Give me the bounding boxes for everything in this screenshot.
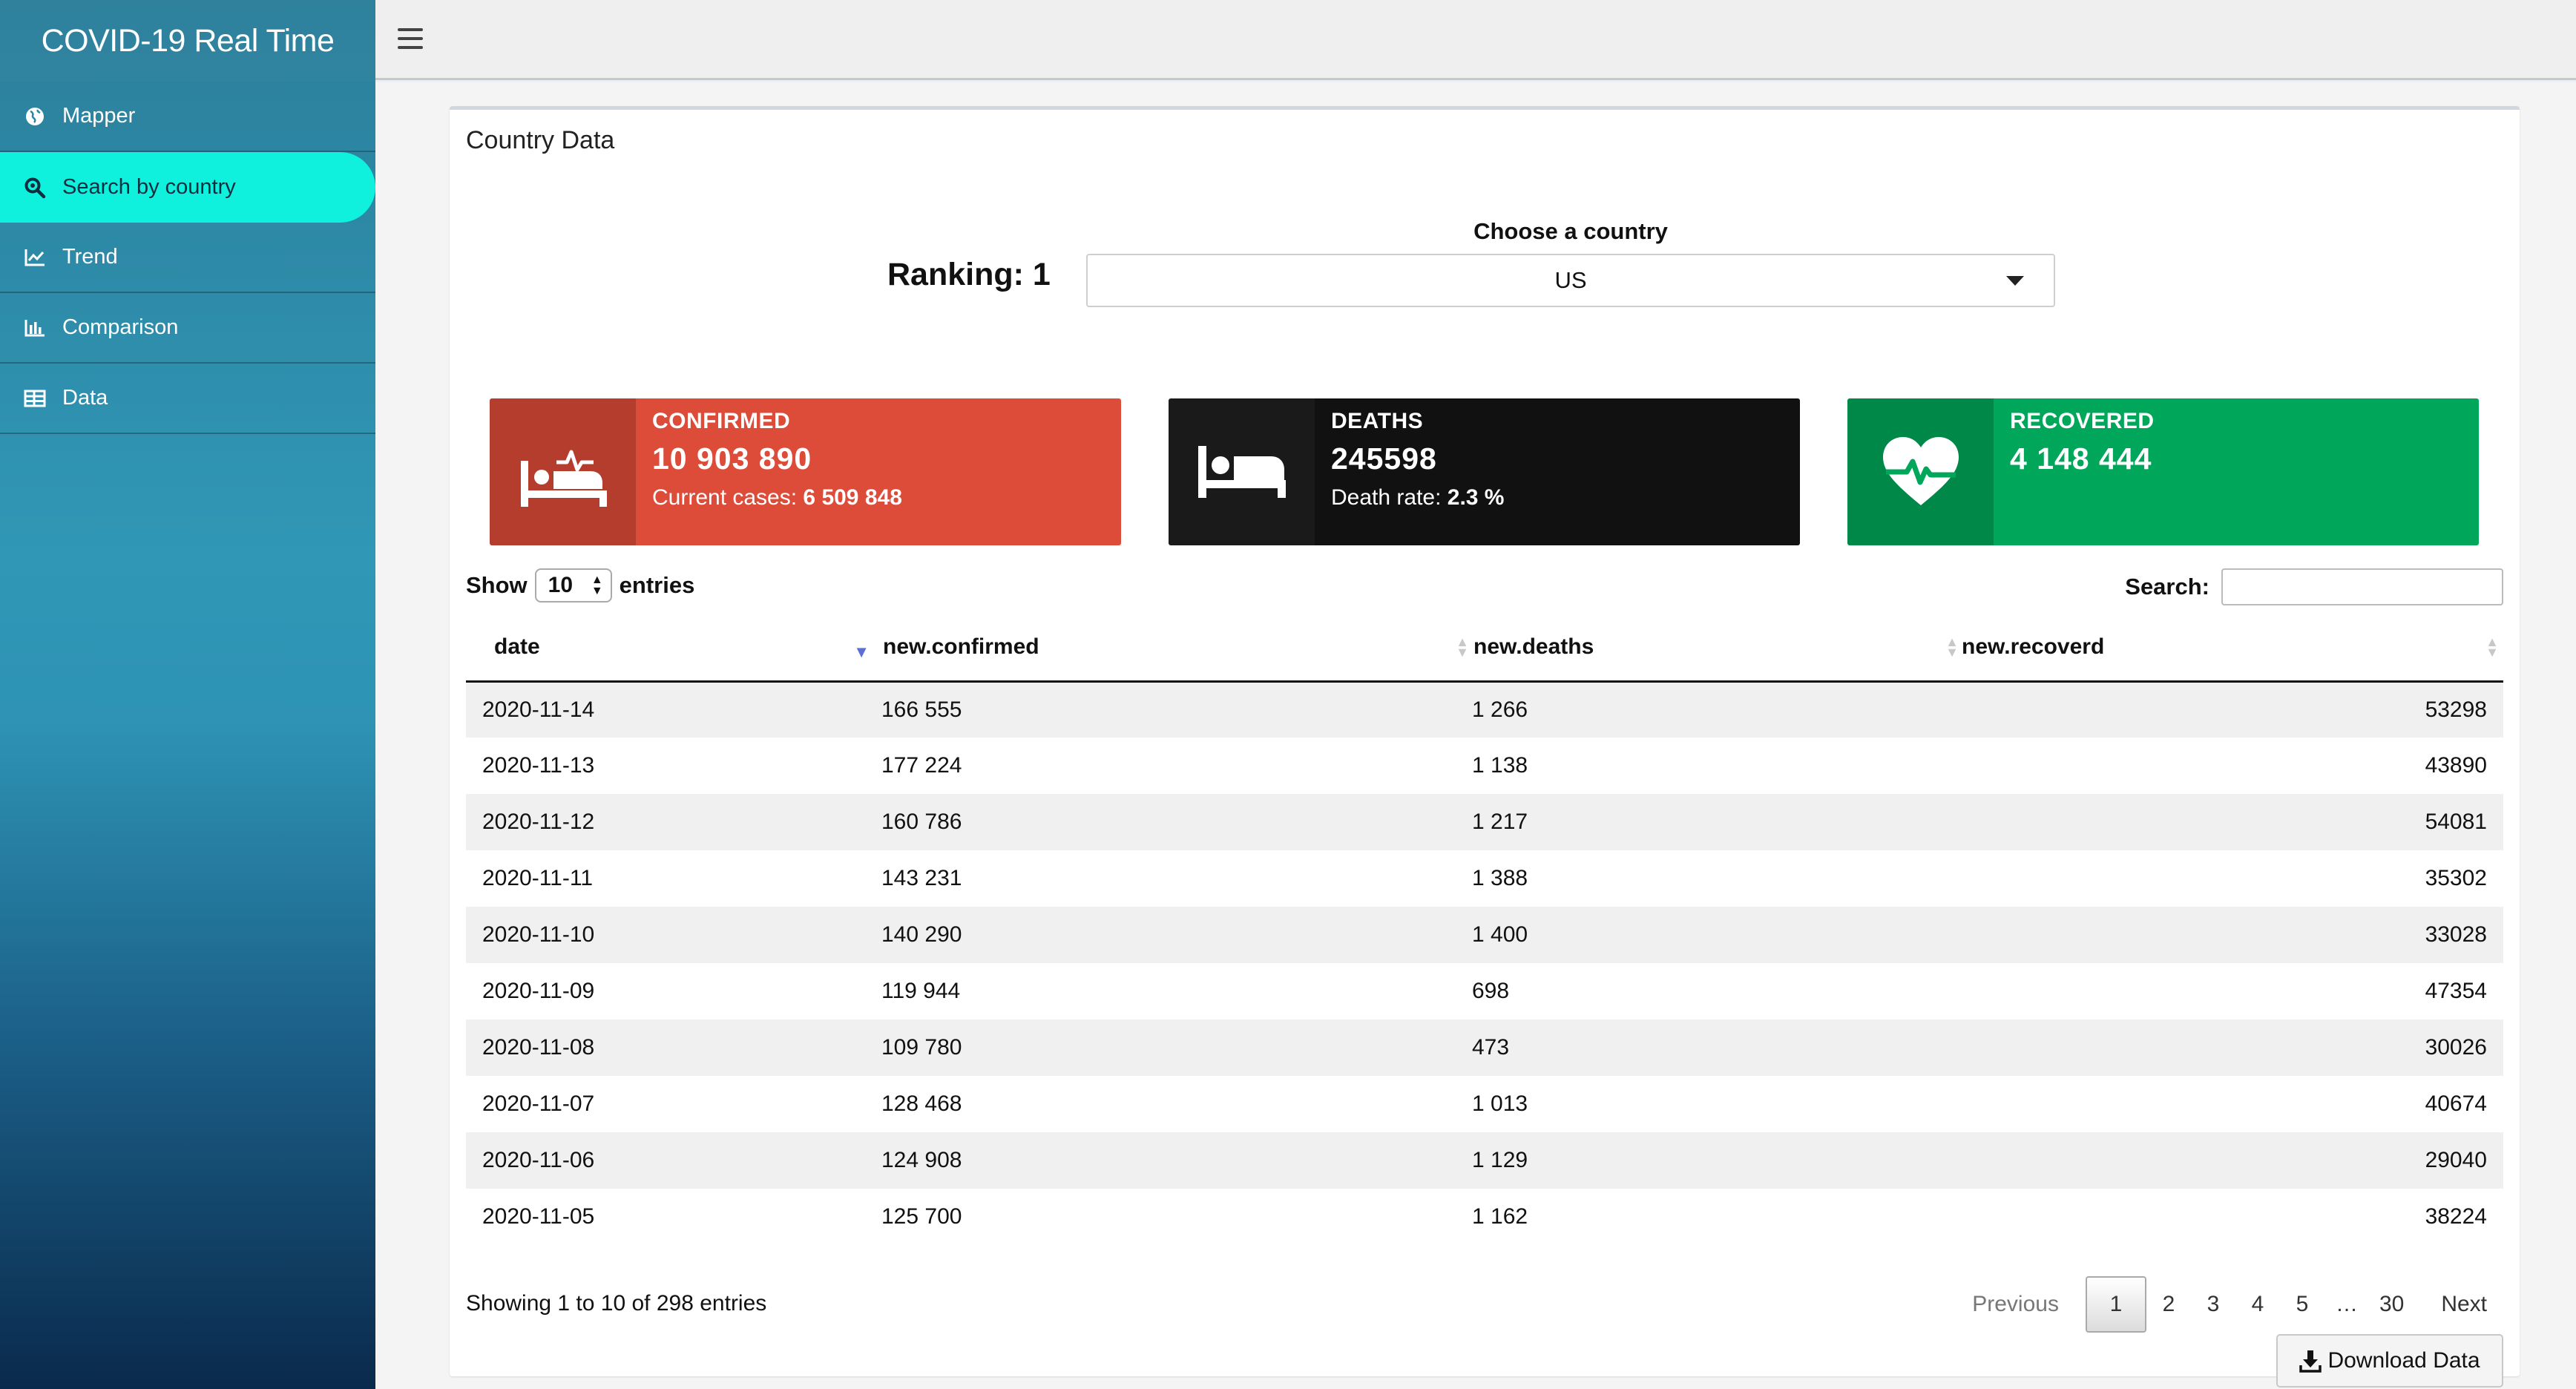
death-rate-value: 2.3 % — [1447, 485, 1505, 510]
current-cases-label: Current cases: — [652, 485, 804, 510]
page-button-5[interactable]: 5 — [2280, 1276, 2324, 1333]
column-header-date[interactable]: date ▼ — [466, 614, 881, 683]
country-select-label: Choose a country — [1473, 218, 1668, 244]
show-label: Show — [466, 572, 528, 598]
sort-icon: ▲ ▼ — [1456, 634, 1469, 660]
entries-label: entries — [619, 572, 695, 598]
sidebar-item-label: Trend — [62, 245, 118, 269]
page-button-30[interactable]: 30 — [2369, 1276, 2414, 1333]
search-label: Search: — [2125, 574, 2209, 600]
column-header-new-confirmed[interactable]: new.confirmed ▲ ▼ — [881, 614, 1472, 683]
search-icon — [22, 175, 47, 200]
download-data-button[interactable]: Download Data — [2276, 1334, 2503, 1388]
confirmed-value-box: CONFIRMED 10 903 890 Current cases: 6 50… — [490, 398, 1121, 545]
sort-desc-icon: ▼ — [853, 643, 870, 661]
table-header-row: date ▼ new.confirmed ▲ ▼ new.deaths ▲ ▼ ne… — [466, 614, 2503, 683]
page-length-value: 10 — [548, 573, 574, 597]
table-row: 2020-11-13 177 224 1 138 43890 — [482, 753, 2487, 778]
sidebar-item-label: Search by country — [62, 175, 236, 199]
download-label: Download Data — [2327, 1348, 2480, 1373]
hamburger-menu-icon[interactable] — [398, 28, 423, 50]
caret-down-icon — [2006, 276, 2024, 286]
page-button-4[interactable]: 4 — [2235, 1276, 2280, 1333]
table-row: 2020-11-10 140 290 1 400 33028 — [466, 907, 2503, 963]
deaths-value: 245598 — [1331, 441, 1437, 476]
next-page-button[interactable]: Next — [2425, 1276, 2503, 1333]
table-row: 2020-11-07 128 468 1 013 40674 — [482, 1091, 2487, 1116]
bar-chart-icon — [22, 315, 47, 341]
sidebar-item-label: Comparison — [62, 315, 179, 339]
sidebar-item-label: Mapper — [62, 104, 136, 128]
page-button-3[interactable]: 3 — [2191, 1276, 2235, 1333]
patient-bed-icon — [490, 398, 636, 545]
download-icon — [2299, 1350, 2322, 1373]
ranking-text: Ranking: 1 — [887, 257, 1051, 292]
page-length-select[interactable]: 10 ▲ ▼ — [534, 568, 612, 602]
table-row: 2020-11-08 109 780 473 30026 — [466, 1019, 2503, 1076]
table-row: 2020-11-05 125 700 1 162 38224 — [482, 1204, 2487, 1229]
sort-icon: ▲ ▼ — [1945, 634, 1959, 660]
heartbeat-icon — [1847, 398, 1994, 545]
country-select[interactable]: US — [1086, 254, 2055, 307]
sidebar-item-mapper[interactable]: Mapper — [0, 82, 375, 152]
pagination: Previous 1 2 3 4 5 … 30 Next — [1956, 1276, 2503, 1333]
data-table: date ▼ new.confirmed ▲ ▼ new.deaths ▲ ▼ ne… — [466, 614, 2503, 1245]
column-header-new-recoverd[interactable]: new.recoverd ▲ ▼ — [1962, 614, 2503, 683]
table-search: Search: — [2125, 568, 2503, 605]
box-title: Country Data — [466, 126, 615, 154]
recovered-label: RECOVERED — [2010, 409, 2155, 433]
sidebar-item-label: Data — [62, 386, 108, 410]
sidebar-item-search-by-country[interactable]: Search by country — [0, 152, 375, 223]
search-input[interactable] — [2221, 568, 2503, 605]
previous-page-button[interactable]: Previous — [1956, 1276, 2075, 1333]
app-title: COVID-19 Real Time — [41, 22, 335, 59]
table-row: 2020-11-12 160 786 1 217 54081 — [466, 794, 2503, 850]
sidebar-item-data[interactable]: Data — [0, 364, 375, 434]
table-info: Showing 1 to 10 of 298 entries — [466, 1291, 767, 1316]
table-row: 2020-11-14 166 555 1 266 53298 — [466, 681, 2503, 738]
show-entries-control: Show 10 ▲ ▼ entries — [466, 568, 694, 602]
table-icon — [22, 386, 47, 411]
select-arrows-icon: ▲ ▼ — [591, 574, 603, 597]
column-header-new-deaths[interactable]: new.deaths ▲ ▼ — [1472, 614, 1962, 683]
top-navbar — [375, 0, 2576, 80]
country-select-value: US — [1554, 267, 1587, 293]
death-rate-label: Death rate: — [1331, 485, 1448, 510]
country-data-box: Country Data Ranking: 1 Choose a country… — [450, 106, 2520, 1388]
globe-icon — [22, 104, 47, 129]
deaths-value-box: DEATHS 245598 Death rate: 2.3 % — [1169, 398, 1800, 545]
current-cases-value: 6 509 848 — [803, 485, 902, 510]
deaths-label: DEATHS — [1331, 409, 1424, 433]
recovered-value: 4 148 444 — [2010, 441, 2152, 476]
table-row: 2020-11-09 119 944 698 47354 — [482, 979, 2487, 1003]
sidebar-item-comparison[interactable]: Comparison — [0, 293, 375, 364]
table-row: 2020-11-11 143 231 1 388 35302 — [482, 866, 2487, 890]
confirmed-value: 10 903 890 — [652, 441, 812, 476]
confirmed-label: CONFIRMED — [652, 409, 791, 433]
table-row: 2020-11-06 124 908 1 129 29040 — [466, 1132, 2503, 1189]
sort-icon: ▲ ▼ — [2485, 634, 2499, 660]
page-button-1[interactable]: 1 — [2085, 1276, 2146, 1333]
line-chart-icon — [22, 245, 47, 270]
pagination-ellipsis: … — [2335, 1292, 2358, 1316]
bed-icon — [1169, 398, 1315, 545]
recovered-value-box: RECOVERED 4 148 444 — [1847, 398, 2479, 545]
sidebar: COVID-19 Real Time Mapper Search by coun… — [0, 0, 375, 1389]
sidebar-item-trend[interactable]: Trend — [0, 223, 375, 293]
main-content: Country Data Ranking: 1 Choose a country… — [375, 82, 2576, 1389]
page-button-2[interactable]: 2 — [2146, 1276, 2191, 1333]
